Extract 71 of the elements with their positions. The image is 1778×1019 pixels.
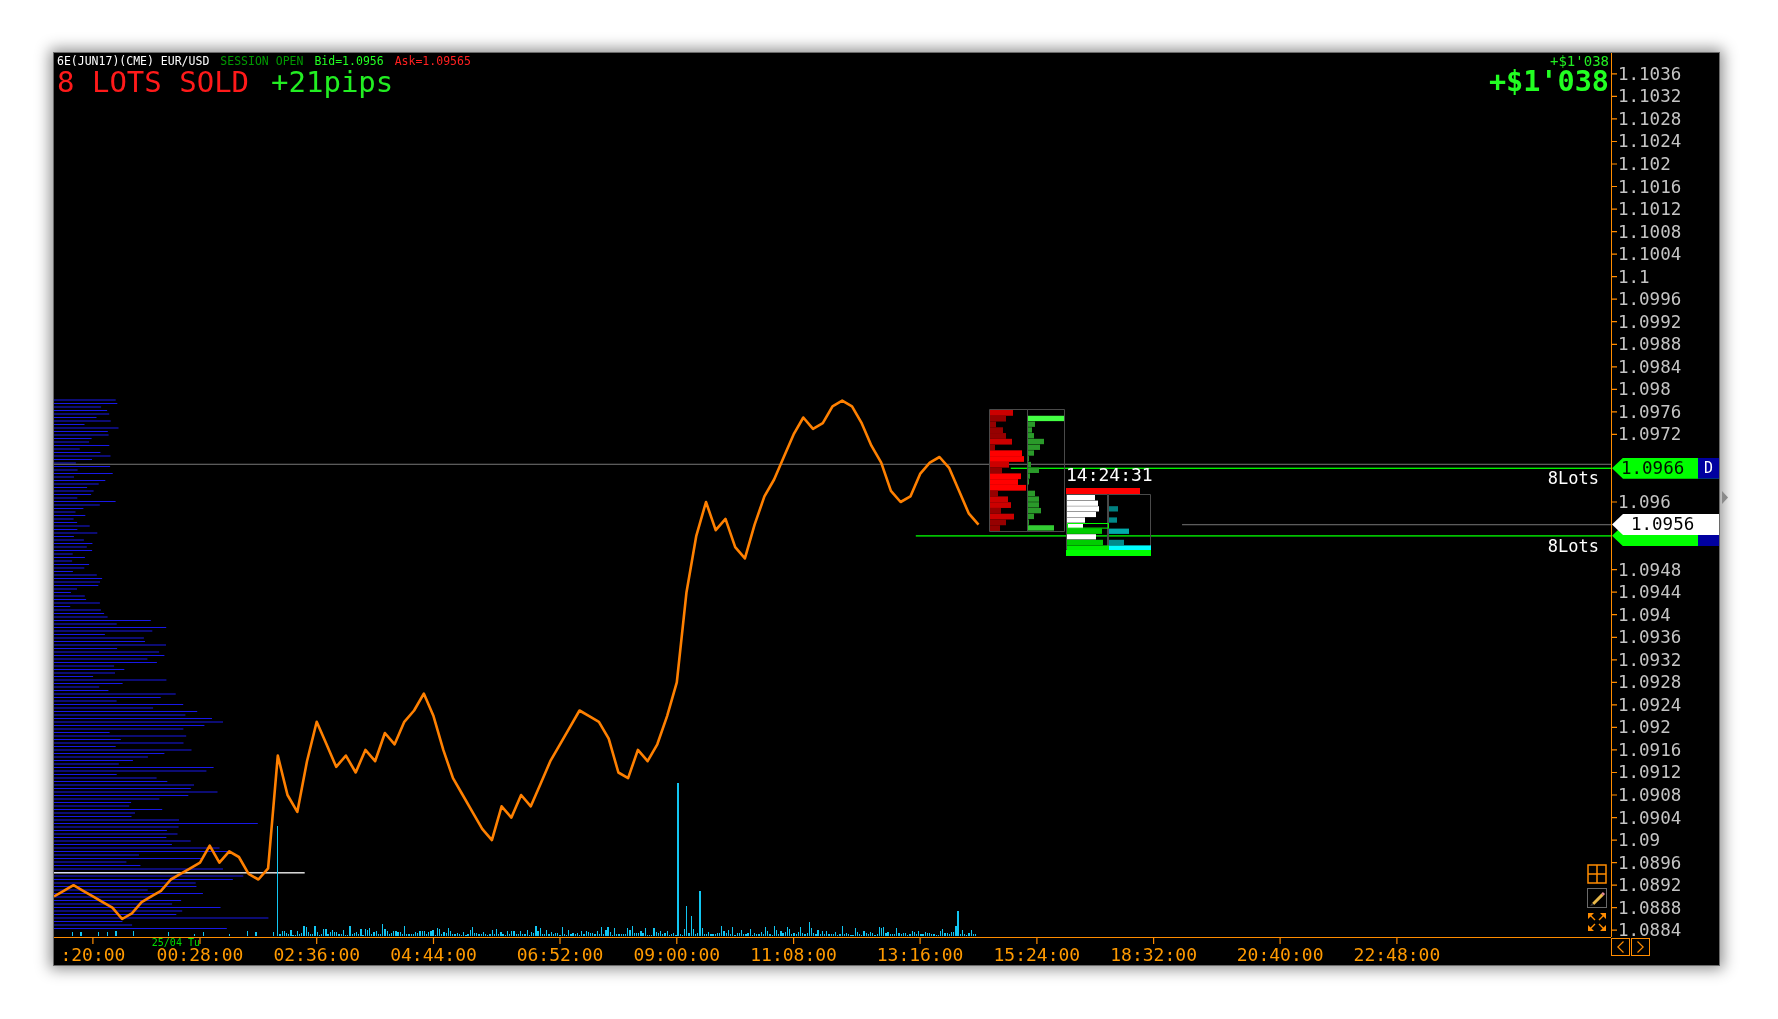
session-status: SESSION OPEN bbox=[220, 55, 304, 68]
price-label: 1.1 bbox=[1618, 266, 1650, 287]
price-value: 1.0966 bbox=[1620, 457, 1686, 479]
ask-price: Ask=1.09565 bbox=[394, 55, 471, 68]
draw-button[interactable] bbox=[1587, 888, 1607, 908]
chevron-left-icon bbox=[1617, 941, 1624, 953]
price-label: 1.0972 bbox=[1618, 424, 1682, 445]
time-label: 15:24:00 bbox=[993, 946, 1081, 964]
price-label: 1.0944 bbox=[1618, 582, 1682, 603]
price-label: 1.0984 bbox=[1618, 356, 1682, 377]
time-label: 00:28:00 bbox=[156, 946, 244, 964]
price-label: 1.1024 bbox=[1618, 131, 1682, 152]
price-label: 1.1008 bbox=[1618, 221, 1682, 242]
position-marker: D bbox=[1698, 457, 1719, 479]
price-label: 1.092 bbox=[1618, 717, 1671, 738]
price-label: 1.0928 bbox=[1618, 672, 1682, 693]
price-label: 1.094 bbox=[1618, 604, 1671, 625]
profit-value: +$1'038 bbox=[1488, 68, 1609, 96]
price-label: 1.0884 bbox=[1618, 920, 1682, 941]
time-label: 18:32:00 bbox=[1110, 946, 1197, 964]
date-label: 25/04 Tu bbox=[151, 938, 200, 948]
time-label: 04:44:00 bbox=[390, 946, 477, 964]
expand-icon[interactable] bbox=[1587, 912, 1607, 932]
bid-price: Bid=1.0956 bbox=[314, 55, 384, 68]
clock-label: 14:24:31 bbox=[1066, 466, 1153, 484]
price-label: 1.1012 bbox=[1618, 199, 1682, 220]
pips-label: +21pips bbox=[271, 68, 394, 96]
price-label: 1.098 bbox=[1618, 379, 1671, 400]
price-label: 1.0992 bbox=[1618, 311, 1682, 332]
time-label: 22:48:00 bbox=[1353, 946, 1441, 964]
time-label: 20:40:00 bbox=[1236, 946, 1324, 964]
time-label: 02:36:00 bbox=[273, 946, 361, 964]
scroll-left-button[interactable] bbox=[1611, 938, 1630, 956]
price-label: 1.0916 bbox=[1618, 739, 1682, 760]
price-label: 1.0996 bbox=[1618, 289, 1682, 310]
trade-status: 8 LOTS SOLD bbox=[57, 68, 250, 96]
price-label: 1.0948 bbox=[1618, 559, 1682, 580]
time-label: :20:00 bbox=[60, 946, 126, 964]
time-label: 13:16:00 bbox=[876, 946, 964, 964]
lots-label: 8Lots bbox=[1547, 470, 1599, 488]
symbol-label: 6E(JUN17)(CME) EUR/USD bbox=[57, 55, 210, 68]
price-label: 1.0976 bbox=[1618, 401, 1682, 422]
lots-label: 8Lots bbox=[1547, 537, 1599, 555]
price-label: 1.0988 bbox=[1618, 334, 1682, 355]
price-label: 1.1032 bbox=[1618, 86, 1682, 107]
price-label: 1.09 bbox=[1618, 830, 1661, 851]
price-label: 1.0932 bbox=[1618, 649, 1682, 670]
chevron-right-icon bbox=[1637, 941, 1644, 953]
price-label: 1.0908 bbox=[1618, 785, 1682, 805]
price-label: 1.1004 bbox=[1618, 244, 1682, 265]
price-label: 1.1016 bbox=[1618, 176, 1682, 197]
pencil-icon bbox=[1589, 890, 1605, 906]
price-label: 1.096 bbox=[1618, 492, 1671, 513]
price-label: 1.0888 bbox=[1618, 897, 1682, 918]
price-label: 1.0924 bbox=[1618, 694, 1682, 715]
price-value: 1.0956 bbox=[1630, 514, 1696, 536]
time-label: 11:08:00 bbox=[750, 946, 837, 964]
price-label: 1.0892 bbox=[1618, 875, 1682, 896]
price-label: 1.0896 bbox=[1618, 852, 1682, 873]
price-label: 1.0904 bbox=[1618, 807, 1682, 828]
price-label: 1.1028 bbox=[1618, 108, 1682, 129]
price-label: 1.0936 bbox=[1618, 627, 1682, 648]
arrow-icon[interactable] bbox=[1722, 491, 1728, 504]
time-label: 09:00:00 bbox=[633, 946, 721, 964]
scroll-right-button[interactable] bbox=[1631, 938, 1650, 956]
grid-icon[interactable] bbox=[1587, 864, 1607, 884]
price-label: 1.1036 bbox=[1618, 63, 1682, 84]
time-label: 06:52:00 bbox=[516, 946, 604, 964]
price-label: 1.0912 bbox=[1618, 762, 1682, 783]
profit-caption: +$1'038 bbox=[1550, 55, 1609, 68]
price-label: 1.102 bbox=[1618, 154, 1671, 174]
